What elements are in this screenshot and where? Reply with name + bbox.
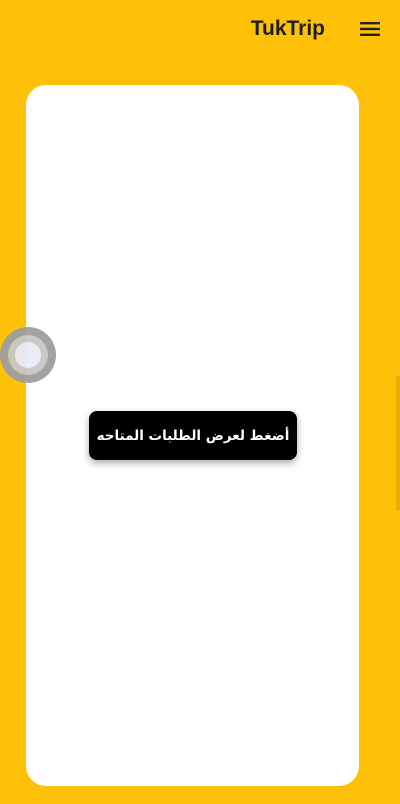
show-available-requests-button[interactable]: أضغط لعرض الطلبات المتاحه bbox=[89, 411, 297, 460]
menu-button[interactable] bbox=[359, 18, 381, 40]
hamburger-menu-icon bbox=[360, 22, 380, 36]
edge-scroll-handle[interactable] bbox=[396, 376, 400, 511]
bubble-ring bbox=[8, 335, 48, 375]
bubble-core bbox=[15, 342, 41, 368]
floating-bubble-icon[interactable] bbox=[0, 327, 56, 383]
app-title: TukTrip bbox=[250, 17, 325, 40]
